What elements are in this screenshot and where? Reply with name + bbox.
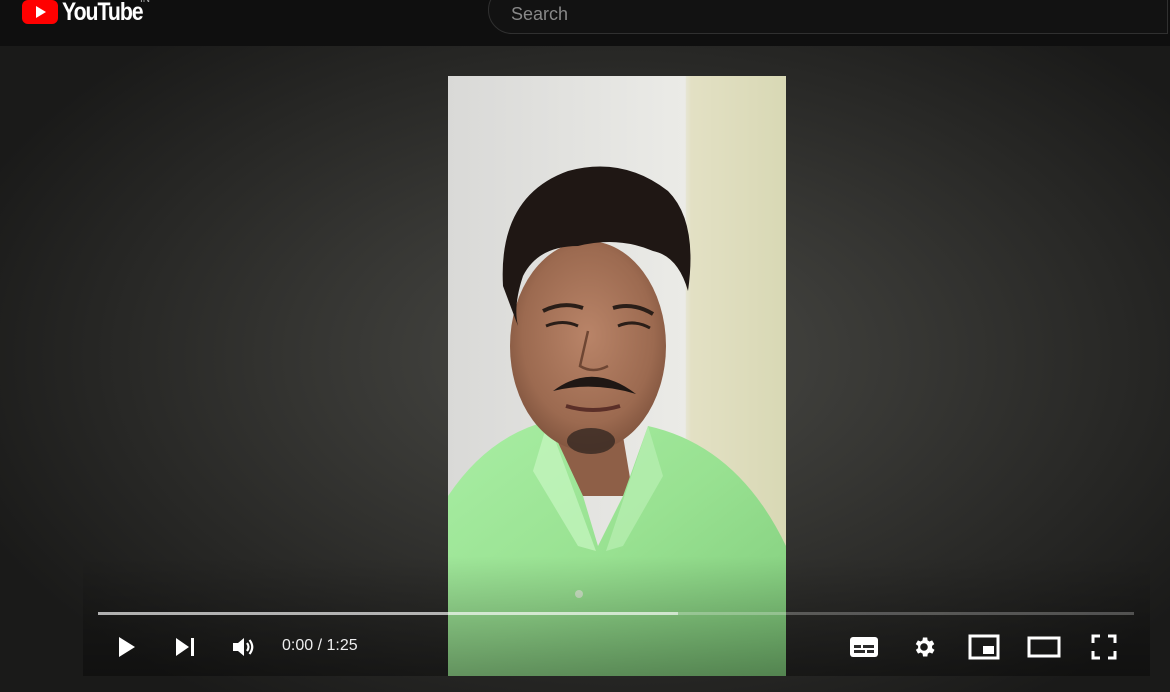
miniplayer-button[interactable] xyxy=(966,629,1002,665)
miniplayer-icon xyxy=(968,634,1000,660)
region-code: IN xyxy=(140,0,150,5)
buffered-bar xyxy=(98,612,679,615)
time-display: 0:00 / 1:25 xyxy=(282,637,358,655)
youtube-logo[interactable]: YouTube xyxy=(22,0,157,26)
duration: 1:25 xyxy=(326,637,358,654)
gear-icon xyxy=(911,634,937,660)
subtitles-icon xyxy=(849,635,879,659)
next-button[interactable] xyxy=(167,629,203,665)
theater-mode-button[interactable] xyxy=(1026,629,1062,665)
current-time: 0:00 xyxy=(282,637,314,654)
theater-mode-icon xyxy=(1027,635,1061,659)
masthead: YouTube IN xyxy=(0,0,1170,46)
next-icon xyxy=(173,635,197,659)
play-button[interactable] xyxy=(108,629,144,665)
search-box[interactable] xyxy=(488,0,1168,34)
mute-button[interactable] xyxy=(226,629,262,665)
player-backdrop: 0:00 / 1:25 xyxy=(0,46,1170,692)
youtube-logo-icon xyxy=(22,0,58,24)
progress-bar[interactable] xyxy=(98,612,1134,615)
settings-button[interactable] xyxy=(906,629,942,665)
video-player[interactable]: 0:00 / 1:25 xyxy=(83,76,1150,676)
time-separator: / xyxy=(317,637,323,654)
search-input[interactable] xyxy=(509,0,1113,29)
fullscreen-button[interactable] xyxy=(1086,629,1122,665)
volume-icon xyxy=(231,635,257,659)
fullscreen-icon xyxy=(1091,634,1117,660)
logo-text: YouTube xyxy=(62,0,144,26)
play-icon xyxy=(114,635,138,659)
subtitles-button[interactable] xyxy=(846,629,882,665)
